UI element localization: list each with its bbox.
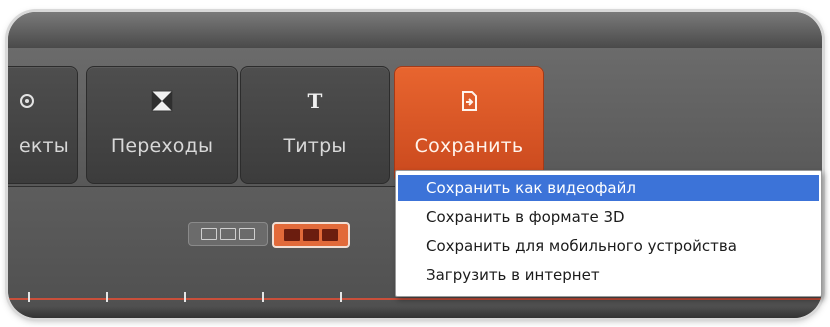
timeline-view-icon: [322, 229, 338, 241]
timeline-view-icon: [303, 229, 319, 241]
menu-item-save-3d[interactable]: Сохранить в формате 3D: [398, 204, 819, 230]
main-toolbar: екты Переходы T Титры Сохранить: [8, 48, 822, 187]
save-button[interactable]: Сохранить: [394, 66, 544, 184]
save-label: Сохранить: [414, 135, 524, 157]
storyboard-view-toggle[interactable]: [188, 222, 268, 246]
effects-label: екты: [18, 135, 69, 157]
menu-item-save-as-video[interactable]: Сохранить как видеофайл: [398, 175, 819, 201]
transitions-button[interactable]: Переходы: [86, 66, 238, 184]
ruler-tick: [340, 292, 342, 302]
ruler-tick: [184, 292, 186, 302]
timeline-view-icon: [284, 229, 300, 241]
effects-button[interactable]: екты: [8, 66, 78, 184]
transition-icon: [150, 89, 174, 113]
ruler-line: [8, 298, 822, 300]
timeline-view-toggle[interactable]: [272, 222, 350, 248]
menu-item-save-mobile[interactable]: Сохранить для мобильного устройства: [398, 233, 819, 259]
ruler-tick: [262, 292, 264, 302]
save-export-icon: [457, 89, 481, 113]
transitions-label: Переходы: [110, 135, 214, 157]
ruler-tick: [106, 292, 108, 302]
effects-icon: [15, 89, 39, 113]
title-t-icon: T: [303, 89, 327, 113]
window-topbar: [8, 12, 822, 49]
storyboard-view-icon: [239, 228, 255, 240]
menu-item-upload-internet[interactable]: Загрузить в интернет: [398, 262, 819, 288]
storyboard-view-icon: [220, 228, 236, 240]
storyboard-view-icon: [201, 228, 217, 240]
ruler-tick: [28, 292, 30, 302]
frame-bottom-shadow: [8, 306, 822, 318]
titles-label: Титры: [283, 135, 347, 157]
svg-text:T: T: [308, 90, 323, 112]
titles-button[interactable]: T Титры: [240, 66, 390, 184]
save-dropdown-menu: Сохранить как видеофайл Сохранить в форм…: [395, 170, 822, 297]
